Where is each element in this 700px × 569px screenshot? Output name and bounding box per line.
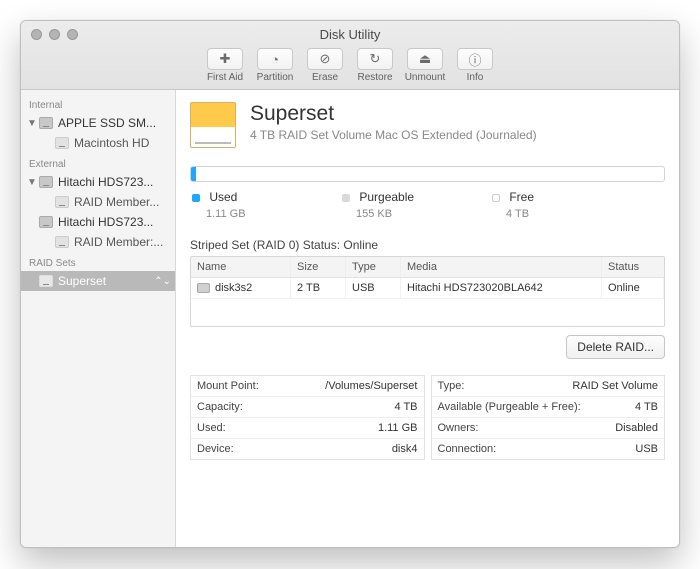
disk-utility-window: Disk Utility ✚ First Aid ◔ Partition ⊘ E… xyxy=(20,20,680,548)
minimize-icon[interactable] xyxy=(49,29,60,40)
raid-status-heading: Striped Set (RAID 0) Status: Online xyxy=(190,238,665,252)
volume-icon xyxy=(55,196,69,208)
legend-used: Used 1.11 GB xyxy=(192,190,302,220)
partition-icon: ◔ xyxy=(271,52,279,67)
sidebar-section-internal: Internal xyxy=(21,94,175,113)
sidebar-item-hitachi-1[interactable]: ▼ Hitachi HDS723... xyxy=(21,172,175,192)
volume-icon xyxy=(39,275,53,287)
window-title: Disk Utility xyxy=(21,25,679,48)
first-aid-icon: ✚ xyxy=(220,51,231,67)
volume-subtitle: 4 TB RAID Set Volume Mac OS Extended (Jo… xyxy=(250,128,537,142)
raid-members-table: Name Size Type Media Status disk3s2 2 TB… xyxy=(190,256,665,327)
sidebar-item-macintosh-hd[interactable]: Macintosh HD xyxy=(21,133,175,153)
legend-free: Free 4 TB xyxy=(492,190,602,220)
sidebar-item-raid-member-1[interactable]: RAID Member... xyxy=(21,192,175,212)
legend-purgeable: Purgeable 155 KB xyxy=(342,190,452,220)
window-controls xyxy=(31,29,78,40)
toolbar: ✚ First Aid ◔ Partition ⊘ Erase ↻ Restor… xyxy=(21,48,679,87)
main-content: Superset 4 TB RAID Set Volume Mac OS Ext… xyxy=(176,90,679,547)
toolbar-unmount[interactable]: ⏏ Unmount xyxy=(400,48,450,83)
volume-header: Superset 4 TB RAID Set Volume Mac OS Ext… xyxy=(190,102,665,148)
sidebar-item-superset[interactable]: Superset ⌃⌄ xyxy=(21,271,175,291)
usage-bar xyxy=(190,166,665,182)
drive-icon xyxy=(197,283,210,293)
sidebar-item-raid-member-2[interactable]: RAID Member:... xyxy=(21,232,175,252)
volume-info: Mount Point:/Volumes/Superset Capacity:4… xyxy=(190,375,665,460)
toolbar-restore[interactable]: ↻ Restore xyxy=(350,48,400,83)
chevron-down-icon[interactable]: ▼ xyxy=(27,118,37,129)
sidebar-item-apple-ssd[interactable]: ▼ APPLE SSD SM... xyxy=(21,113,175,133)
drive-icon xyxy=(39,176,53,188)
usage-used-segment xyxy=(191,167,196,181)
toolbar-info[interactable]: ⓘ Info xyxy=(450,48,500,83)
usage-legend: Used 1.11 GB Purgeable 155 KB Free 4 TB xyxy=(190,188,665,234)
dot-icon xyxy=(492,194,500,202)
toolbar-erase[interactable]: ⊘ Erase xyxy=(300,48,350,83)
restore-icon: ↻ xyxy=(370,51,381,67)
sidebar: Internal ▼ APPLE SSD SM... Macintosh HD … xyxy=(21,90,176,547)
chevron-down-icon[interactable]: ▼ xyxy=(27,177,37,188)
drive-icon xyxy=(39,117,53,129)
dot-icon xyxy=(192,194,200,202)
dot-icon xyxy=(342,194,350,202)
close-icon[interactable] xyxy=(31,29,42,40)
table-row[interactable]: disk3s2 2 TB USB Hitachi HDS723020BLA642… xyxy=(191,278,664,298)
unmount-icon: ⏏ xyxy=(419,51,431,67)
volume-icon xyxy=(55,236,69,248)
chevron-up-down-icon[interactable]: ⌃⌄ xyxy=(154,276,171,287)
volume-icon xyxy=(55,137,69,149)
volume-name: Superset xyxy=(250,102,537,126)
table-header: Name Size Type Media Status xyxy=(191,257,664,278)
delete-raid-button[interactable]: Delete RAID... xyxy=(566,335,665,359)
drive-icon xyxy=(39,216,53,228)
info-right: Type:RAID Set Volume Available (Purgeabl… xyxy=(431,375,666,460)
external-volume-icon xyxy=(190,102,236,148)
info-left: Mount Point:/Volumes/Superset Capacity:4… xyxy=(190,375,425,460)
toolbar-first-aid[interactable]: ✚ First Aid xyxy=(200,48,250,83)
titlebar: Disk Utility ✚ First Aid ◔ Partition ⊘ E… xyxy=(21,21,679,90)
table-filler xyxy=(191,298,664,326)
sidebar-section-external: External xyxy=(21,153,175,172)
erase-icon: ⊘ xyxy=(320,51,331,67)
sidebar-section-raid-sets: RAID Sets xyxy=(21,252,175,271)
sidebar-item-hitachi-2[interactable]: Hitachi HDS723... xyxy=(21,212,175,232)
toolbar-partition[interactable]: ◔ Partition xyxy=(250,48,300,83)
zoom-icon[interactable] xyxy=(67,29,78,40)
info-icon: ⓘ xyxy=(468,50,481,69)
